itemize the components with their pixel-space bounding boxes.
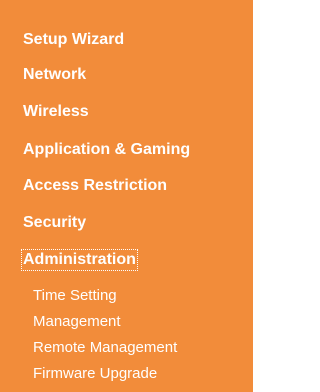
submenu-item-firmware-upgrade[interactable]: Firmware Upgrade bbox=[33, 364, 157, 383]
menu-item-network[interactable]: Network bbox=[23, 65, 86, 85]
menu-item-security[interactable]: Security bbox=[23, 213, 86, 233]
submenu-item-time-setting[interactable]: Time Setting bbox=[33, 286, 117, 305]
submenu-item-management[interactable]: Management bbox=[33, 312, 121, 331]
submenu-item-remote-management[interactable]: Remote Management bbox=[33, 338, 177, 357]
menu-item-administration[interactable]: Administration bbox=[21, 249, 138, 271]
menu-item-wireless[interactable]: Wireless bbox=[23, 102, 89, 122]
sidebar-menu: Setup Wizard Network Wireless Applicatio… bbox=[0, 0, 253, 392]
menu-item-setup-wizard[interactable]: Setup Wizard bbox=[23, 30, 124, 50]
menu-item-access-restriction[interactable]: Access Restriction bbox=[23, 176, 167, 196]
menu-item-application-gaming[interactable]: Application & Gaming bbox=[23, 140, 190, 160]
